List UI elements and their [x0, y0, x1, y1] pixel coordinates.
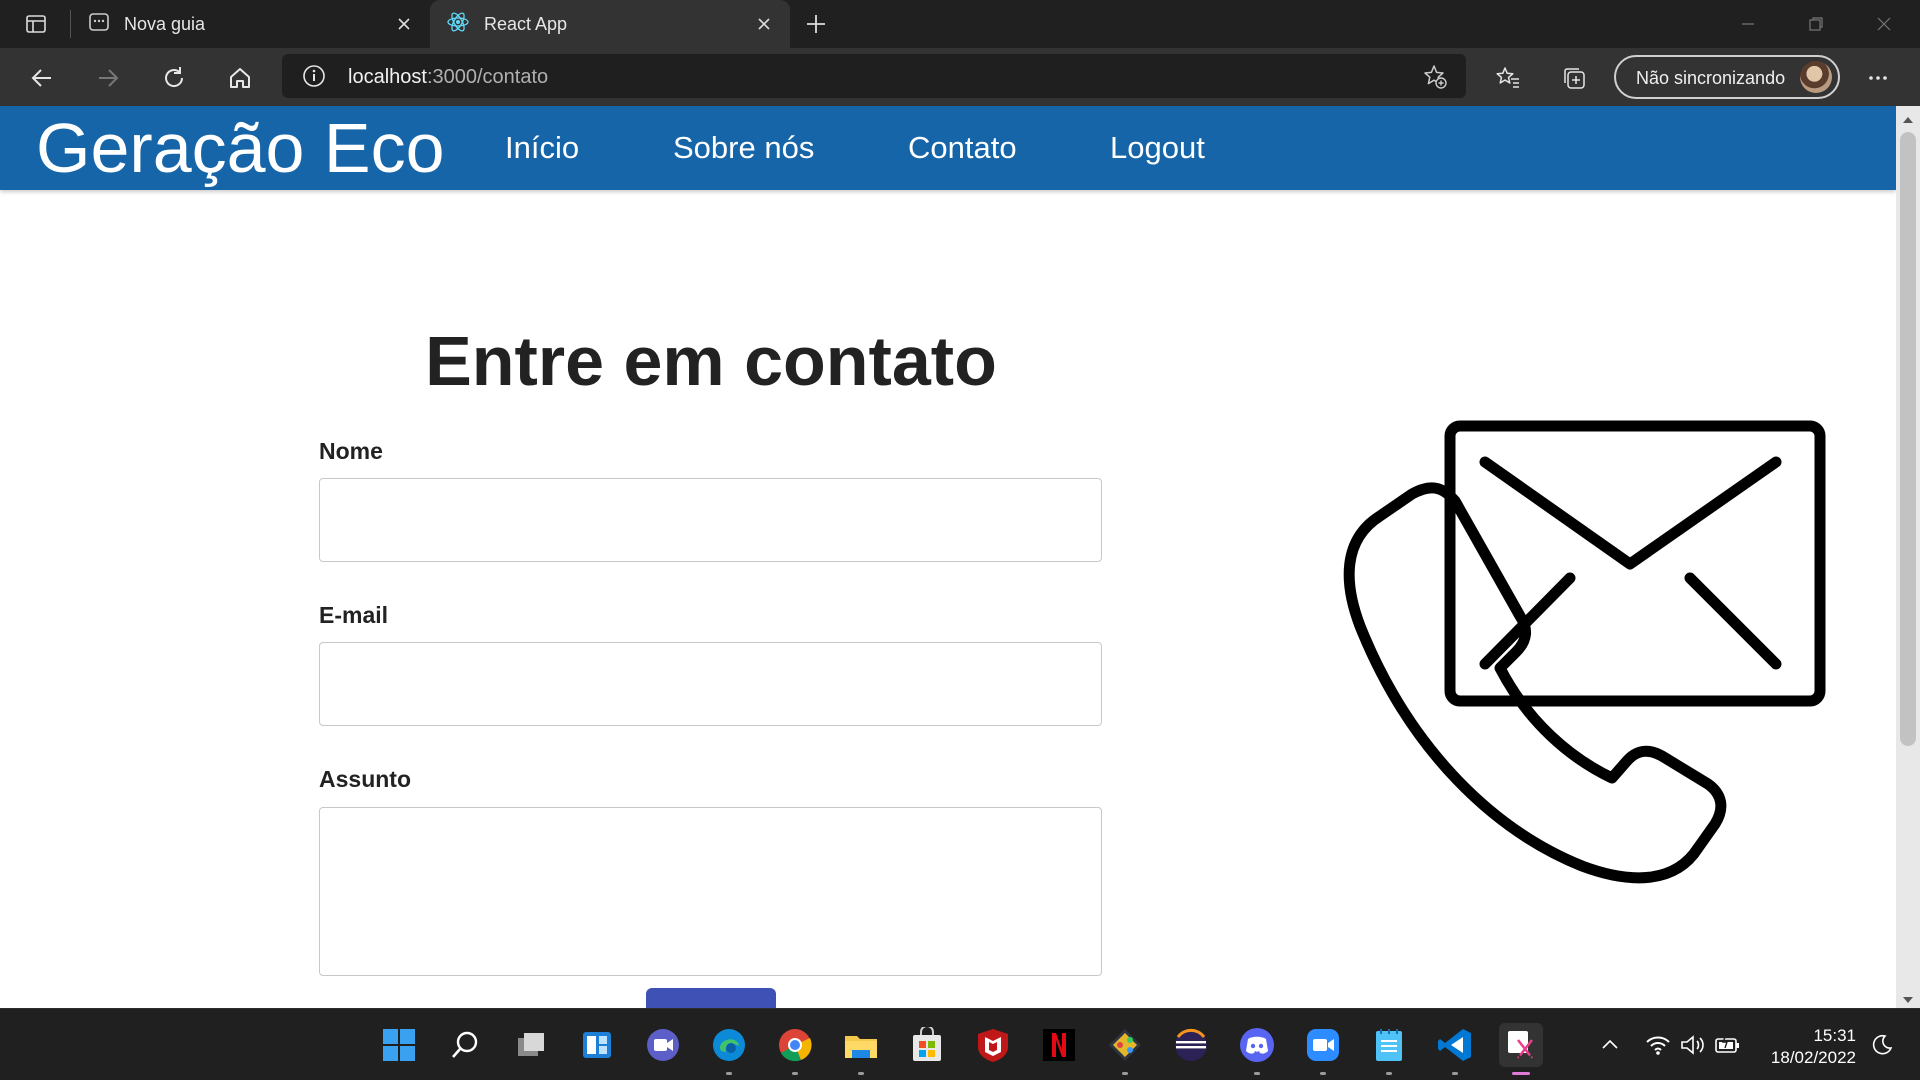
focus-moon-icon[interactable]	[1860, 1023, 1904, 1067]
discord-icon[interactable]	[1235, 1023, 1279, 1075]
teams-chat-icon[interactable]	[641, 1023, 685, 1067]
edge-browser-icon[interactable]	[707, 1023, 751, 1075]
page-viewport: Geração Eco Início Sobre nós Contato Log…	[0, 106, 1896, 1008]
subject-textarea[interactable]	[319, 807, 1102, 976]
scroll-up-arrow-icon[interactable]	[1902, 112, 1914, 130]
tab-actions-icon[interactable]	[18, 6, 54, 42]
close-tab-icon[interactable]	[392, 12, 416, 36]
chrome-icon[interactable]	[773, 1023, 817, 1075]
page-title: Entre em contato	[425, 322, 997, 400]
site-brand[interactable]: Geração Eco	[36, 110, 445, 186]
running-indicator	[1452, 1072, 1458, 1075]
running-indicator	[1254, 1072, 1260, 1075]
system-clock[interactable]: 15:31 18/02/2022	[1760, 1025, 1856, 1069]
nav-link-contato[interactable]: Contato	[908, 130, 1017, 166]
running-indicator	[1320, 1072, 1326, 1075]
url-path: :3000/contato	[426, 66, 549, 88]
tab-title: Nova guia	[124, 13, 206, 34]
subject-label: Assunto	[319, 766, 411, 792]
favorites-icon[interactable]	[1490, 60, 1526, 96]
nav-link-sobre-nos[interactable]: Sobre nós	[673, 130, 814, 166]
site-navbar: Geração Eco Início Sobre nós Contato Log…	[0, 106, 1896, 190]
nav-link-logout[interactable]: Logout	[1110, 130, 1205, 166]
address-bar[interactable]: localhost:3000/contato	[282, 54, 1466, 98]
clock-date: 18/02/2022	[1770, 1048, 1856, 1067]
refresh-icon[interactable]	[156, 60, 192, 96]
profile-sync-label: Não sincronizando	[1636, 68, 1786, 88]
mcafee-icon[interactable]	[971, 1023, 1015, 1067]
home-icon[interactable]	[222, 60, 258, 96]
search-icon[interactable]	[443, 1023, 487, 1067]
profile-sync-button[interactable]: Não sincronizando	[1614, 55, 1840, 99]
close-tab-icon[interactable]	[752, 12, 776, 36]
notepad-icon[interactable]	[1367, 1023, 1411, 1075]
active-indicator	[1512, 1072, 1530, 1075]
windows-start-icon[interactable]	[377, 1023, 421, 1067]
email-input[interactable]	[319, 642, 1102, 726]
chevron-up-icon[interactable]	[1588, 1023, 1632, 1067]
browser-tab-strip: Nova guia React App	[0, 0, 1920, 48]
add-favorite-icon[interactable]	[1422, 64, 1448, 95]
url-host: localhost	[348, 66, 427, 88]
vscode-icon[interactable]	[1433, 1023, 1477, 1075]
vertical-scrollbar[interactable]	[1896, 106, 1920, 1008]
name-input[interactable]	[319, 478, 1102, 562]
browser-toolbar: localhost:3000/contato Não sincronizando	[0, 48, 1920, 106]
snipping-tool-icon[interactable]	[1499, 1023, 1543, 1075]
react-logo-icon	[446, 10, 470, 39]
file-explorer-icon[interactable]	[839, 1023, 883, 1075]
running-indicator	[792, 1072, 798, 1075]
clock-time: 15:31	[1813, 1026, 1856, 1045]
windows-taskbar: 15:31 18/02/2022	[0, 1008, 1920, 1080]
back-arrow-icon[interactable]	[24, 60, 60, 96]
zoom-icon[interactable]	[1301, 1023, 1345, 1075]
scrollbar-thumb[interactable]	[1900, 132, 1916, 746]
running-indicator	[1386, 1072, 1392, 1075]
submit-button[interactable]	[646, 988, 776, 1008]
task-view-icon[interactable]	[509, 1023, 553, 1067]
widgets-icon[interactable]	[575, 1023, 619, 1067]
avatar	[1800, 61, 1832, 93]
tab-title: React App	[484, 13, 568, 34]
email-label: E-mail	[319, 602, 389, 628]
eclipse-icon[interactable]	[1169, 1023, 1213, 1067]
site-info-icon[interactable]	[302, 64, 326, 93]
new-tab-plus-icon[interactable]	[798, 6, 834, 42]
netflix-icon[interactable]	[1037, 1023, 1081, 1067]
phone-envelope-icon	[1330, 406, 1850, 891]
battery-icon[interactable]	[1706, 1023, 1750, 1067]
nav-link-inicio[interactable]: Início	[505, 130, 579, 166]
collections-icon[interactable]	[1556, 60, 1592, 96]
forward-arrow-icon[interactable]	[90, 60, 126, 96]
close-window-icon[interactable]	[1866, 6, 1902, 42]
tab-react-app[interactable]: React App	[430, 0, 790, 48]
url-text[interactable]: localhost:3000/contato	[348, 66, 548, 89]
microsoft-store-icon[interactable]	[905, 1023, 949, 1067]
git-tool-icon[interactable]	[1103, 1023, 1147, 1075]
minimize-icon[interactable]	[1730, 6, 1766, 42]
restore-icon[interactable]	[1798, 6, 1834, 42]
running-indicator	[726, 1072, 732, 1075]
name-label: Nome	[319, 438, 383, 464]
new-tab-page-icon	[88, 11, 110, 38]
more-options-icon[interactable]	[1860, 60, 1896, 96]
running-indicator	[1122, 1072, 1128, 1075]
tab-nova-guia[interactable]: Nova guia	[72, 0, 430, 48]
running-indicator	[858, 1072, 864, 1075]
